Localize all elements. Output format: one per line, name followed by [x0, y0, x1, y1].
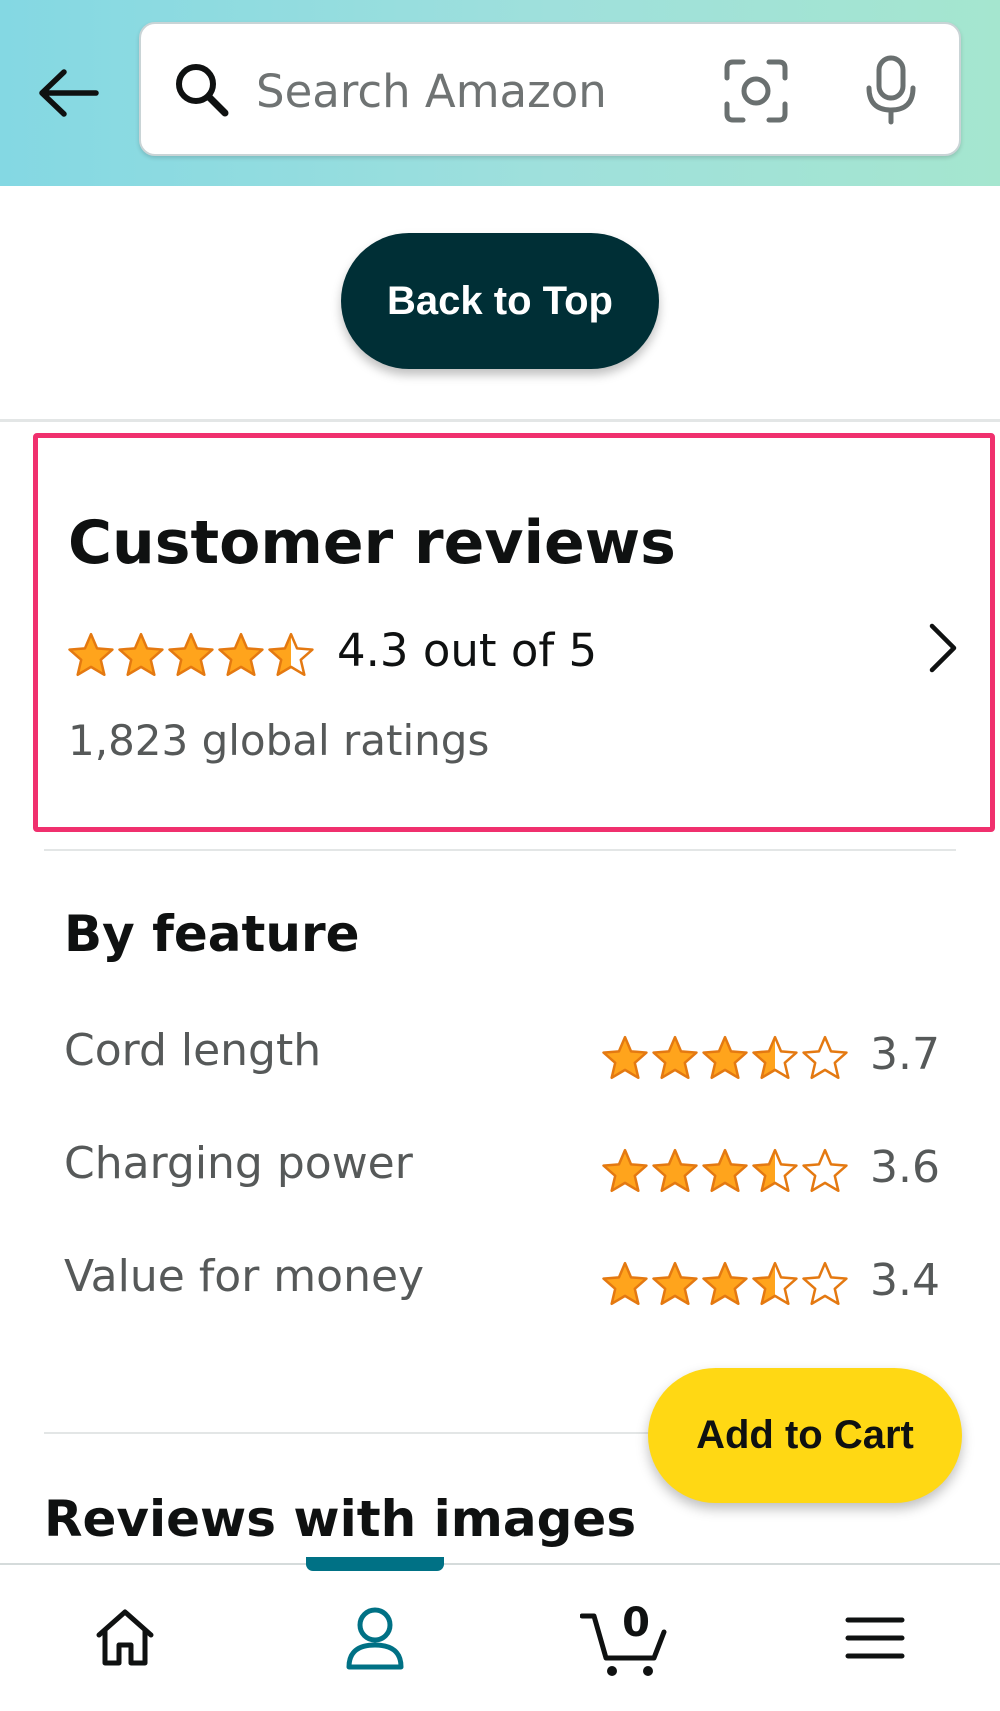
star-full-icon: [702, 1148, 748, 1193]
section-divider: [0, 419, 1000, 422]
bottom-navigation: 0: [0, 1557, 1000, 1711]
customer-reviews-card[interactable]: Customer reviews 4.3 out of 5 1,823 glob…: [33, 433, 995, 832]
star-half-icon: [752, 1035, 798, 1080]
feature-star-rating: [600, 1033, 850, 1083]
search-bar[interactable]: [139, 22, 961, 156]
profile-icon: [344, 1605, 406, 1675]
feature-star-rating: [600, 1146, 850, 1196]
reviews-with-images-title: Reviews with images: [44, 1490, 637, 1548]
feature-row-cord-length: Cord length 3.7: [0, 1025, 1000, 1095]
nav-menu[interactable]: [820, 1595, 930, 1685]
star-full-icon: [168, 632, 214, 677]
nav-profile[interactable]: [320, 1595, 430, 1685]
feature-row-value-for-money: Value for money 3.4: [0, 1251, 1000, 1321]
back-arrow-icon[interactable]: [34, 58, 104, 128]
feature-value: 3.7: [870, 1029, 940, 1080]
star-half-icon: [268, 632, 314, 677]
star-full-icon: [652, 1148, 698, 1193]
feature-row-charging-power: Charging power 3.6: [0, 1138, 1000, 1208]
home-icon: [93, 1607, 157, 1673]
star-full-icon: [68, 632, 114, 677]
nav-cart[interactable]: 0: [570, 1595, 680, 1685]
add-to-cart-button[interactable]: Add to Cart: [648, 1368, 962, 1503]
star-full-icon: [702, 1035, 748, 1080]
active-tab-indicator: [306, 1557, 444, 1571]
star-half-icon: [752, 1148, 798, 1193]
overall-star-rating: [66, 630, 316, 682]
camera-lens-icon[interactable]: [721, 56, 791, 126]
top-header: [0, 0, 1000, 186]
star-empty-icon: [802, 1035, 848, 1080]
feature-star-rating: [600, 1259, 850, 1309]
chevron-right-icon: [918, 608, 968, 688]
feature-label: Cord length: [64, 1025, 322, 1076]
star-empty-icon: [802, 1261, 848, 1306]
global-ratings-count: 1,823 global ratings: [68, 716, 490, 765]
feature-value: 3.4: [870, 1255, 940, 1306]
star-full-icon: [652, 1261, 698, 1306]
section-divider: [44, 849, 956, 851]
search-icon[interactable]: [171, 59, 233, 121]
search-input[interactable]: [256, 54, 716, 128]
nav-home[interactable]: [70, 1595, 180, 1685]
feature-label: Value for money: [64, 1251, 425, 1302]
star-full-icon: [118, 632, 164, 677]
by-feature-title: By feature: [64, 905, 360, 963]
rating-text: 4.3 out of 5: [337, 624, 598, 677]
star-full-icon: [218, 632, 264, 677]
star-full-icon: [602, 1261, 648, 1306]
feature-label: Charging power: [64, 1138, 413, 1189]
star-full-icon: [652, 1035, 698, 1080]
customer-reviews-title: Customer reviews: [68, 508, 676, 578]
star-empty-icon: [802, 1148, 848, 1193]
star-full-icon: [602, 1148, 648, 1193]
star-full-icon: [702, 1261, 748, 1306]
star-half-icon: [752, 1261, 798, 1306]
cart-icon: 0: [579, 1600, 670, 1678]
cart-count-badge: 0: [622, 1600, 650, 1646]
menu-icon: [844, 1614, 906, 1666]
star-full-icon: [602, 1035, 648, 1080]
feature-value: 3.6: [870, 1142, 940, 1193]
back-to-top-button[interactable]: Back to Top: [341, 233, 659, 369]
microphone-icon[interactable]: [859, 54, 923, 128]
